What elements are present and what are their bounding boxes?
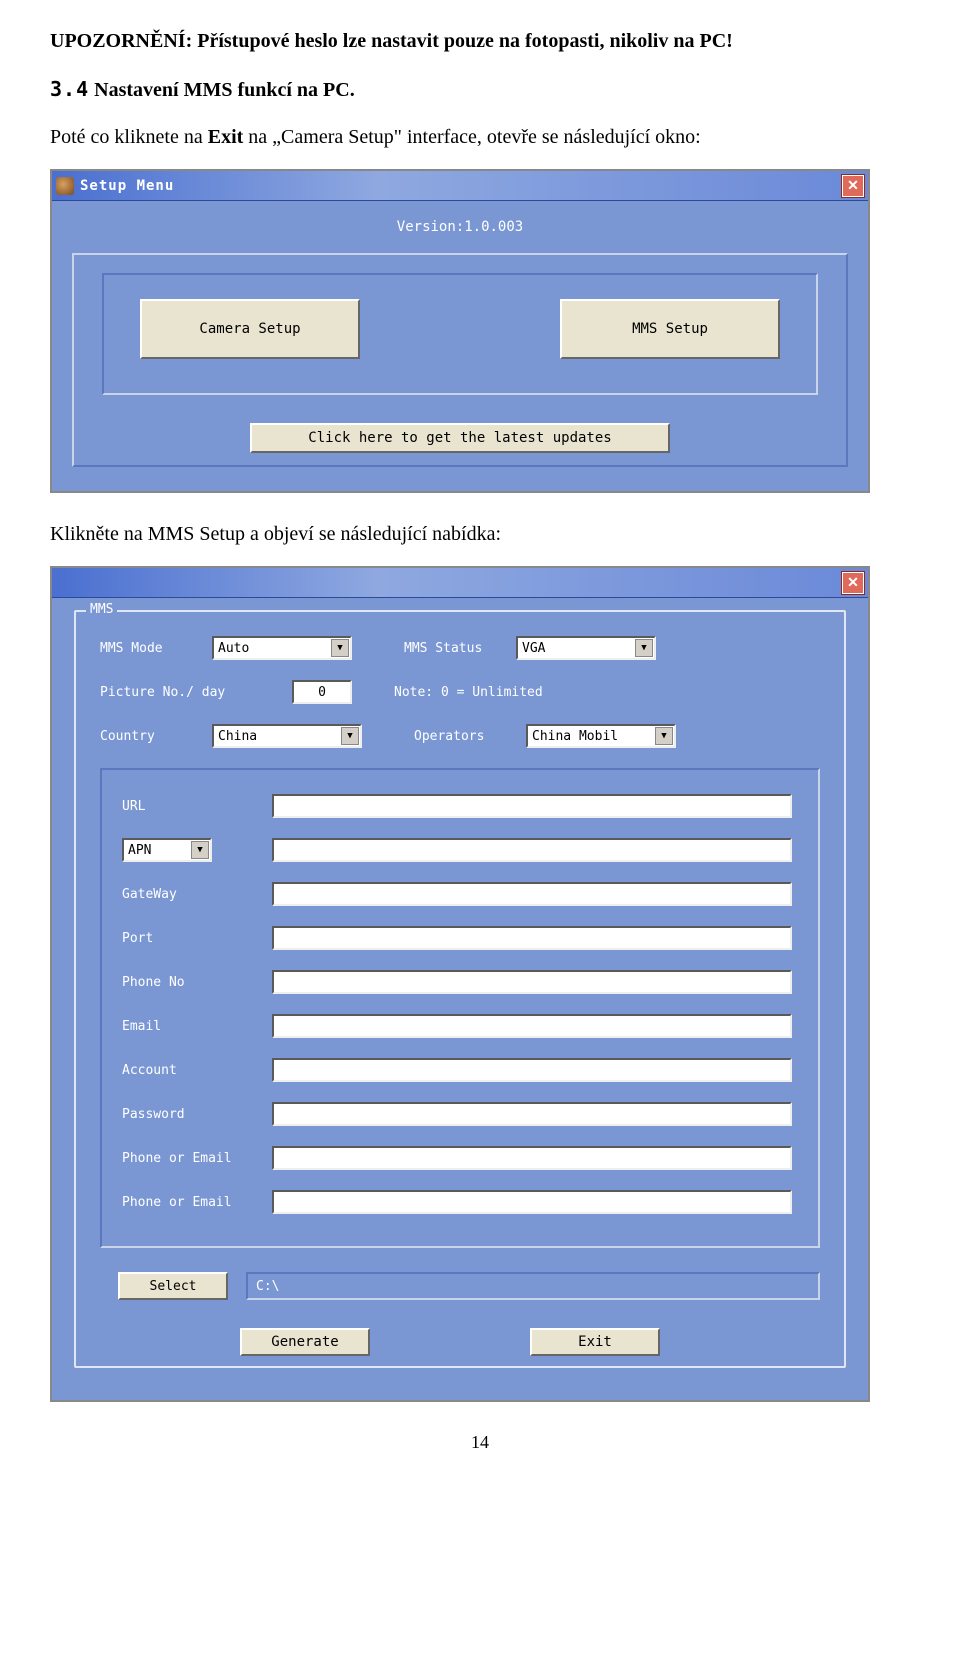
row-phone-or-email-1: Phone or Email bbox=[122, 1146, 798, 1170]
email-input[interactable] bbox=[272, 1014, 792, 1038]
section-title: Nastavení MMS funkcí na PC. bbox=[94, 79, 355, 101]
apn-combo[interactable]: APN ▼ bbox=[122, 838, 212, 862]
note-text: Note: 0 = Unlimited bbox=[394, 685, 543, 700]
row-account: Account bbox=[122, 1058, 798, 1082]
chevron-down-icon: ▼ bbox=[191, 841, 209, 859]
apn-combo-value: APN bbox=[128, 843, 151, 858]
window-title: Setup Menu bbox=[80, 178, 842, 194]
phone-no-input[interactable] bbox=[272, 970, 792, 994]
panel-outer: Camera Setup MMS Setup Click here to get… bbox=[72, 253, 848, 467]
mms-setup-button[interactable]: MMS Setup bbox=[560, 299, 780, 359]
country-label: Country bbox=[100, 729, 200, 744]
phone-or-email-1-label: Phone or Email bbox=[122, 1151, 272, 1166]
url-label: URL bbox=[122, 799, 272, 814]
password-label: Password bbox=[122, 1107, 272, 1122]
panel-inner: Camera Setup MMS Setup bbox=[102, 273, 818, 395]
chevron-down-icon: ▼ bbox=[331, 639, 349, 657]
path-row: Select C:\ bbox=[118, 1272, 820, 1300]
fields-frame: URL APN ▼ GateWay bbox=[100, 768, 820, 1248]
mms-titlebar: ✕ bbox=[52, 568, 868, 598]
setup-menu-window: Setup Menu ✕ Version:1.0.003 Camera Setu… bbox=[50, 169, 870, 493]
mms-mode-combo[interactable]: Auto ▼ bbox=[212, 636, 352, 660]
phone-no-label: Phone No bbox=[122, 975, 272, 990]
picture-no-label: Picture No./ day bbox=[100, 685, 280, 700]
phone-or-email-2-input[interactable] bbox=[272, 1190, 792, 1214]
para1-post: na „Camera Setup" interface, otevře se n… bbox=[243, 126, 700, 148]
para1-bold: Exit bbox=[208, 126, 244, 148]
paragraph-1: Poté co kliknete na Exit na „Camera Setu… bbox=[50, 126, 910, 149]
row-apn: APN ▼ bbox=[122, 838, 798, 862]
url-input[interactable] bbox=[272, 794, 792, 818]
row-phone-or-email-2: Phone or Email bbox=[122, 1190, 798, 1214]
mms-fieldset: MMS MMS Mode Auto ▼ MMS Status VGA ▼ Pic… bbox=[74, 610, 846, 1368]
fieldset-legend: MMS bbox=[86, 602, 117, 617]
account-label: Account bbox=[122, 1063, 272, 1078]
apn-input[interactable] bbox=[272, 838, 792, 862]
row-country-operator: Country China ▼ Operators China Mobil ▼ bbox=[100, 724, 820, 748]
section-number: 3.4 bbox=[50, 77, 89, 101]
mms-status-label: MMS Status bbox=[404, 641, 504, 656]
section-heading: 3.4 Nastavení MMS funkcí na PC. bbox=[50, 77, 910, 102]
chevron-down-icon: ▼ bbox=[655, 727, 673, 745]
camera-setup-button[interactable]: Camera Setup bbox=[140, 299, 360, 359]
password-input[interactable] bbox=[272, 1102, 792, 1126]
port-input[interactable] bbox=[272, 926, 792, 950]
mms-status-combo[interactable]: VGA ▼ bbox=[516, 636, 656, 660]
mms-window: ✕ MMS MMS Mode Auto ▼ MMS Status VGA ▼ P… bbox=[50, 566, 870, 1402]
close-icon[interactable]: ✕ bbox=[842, 175, 864, 197]
email-label: Email bbox=[122, 1019, 272, 1034]
port-label: Port bbox=[122, 931, 272, 946]
setup-menu-titlebar: Setup Menu ✕ bbox=[52, 171, 868, 201]
setup-menu-body: Version:1.0.003 Camera Setup MMS Setup C… bbox=[52, 201, 868, 491]
country-value: China bbox=[218, 729, 257, 744]
close-icon[interactable]: ✕ bbox=[842, 572, 864, 594]
app-icon bbox=[56, 177, 74, 195]
country-combo[interactable]: China ▼ bbox=[212, 724, 362, 748]
page-number: 14 bbox=[50, 1432, 910, 1453]
picture-no-input[interactable]: 0 bbox=[292, 680, 352, 704]
generate-exit-row: Generate Exit bbox=[240, 1328, 820, 1356]
mms-status-value: VGA bbox=[522, 641, 545, 656]
row-mode-status: MMS Mode Auto ▼ MMS Status VGA ▼ bbox=[100, 636, 820, 660]
row-email: Email bbox=[122, 1014, 798, 1038]
gateway-input[interactable] bbox=[272, 882, 792, 906]
mms-mode-label: MMS Mode bbox=[100, 641, 200, 656]
path-display: C:\ bbox=[246, 1272, 820, 1300]
updates-button[interactable]: Click here to get the latest updates bbox=[250, 423, 670, 453]
chevron-down-icon: ▼ bbox=[341, 727, 359, 745]
version-label: Version:1.0.003 bbox=[72, 219, 848, 235]
phone-or-email-1-input[interactable] bbox=[272, 1146, 792, 1170]
row-picture-no: Picture No./ day 0 Note: 0 = Unlimited bbox=[100, 680, 820, 704]
mms-mode-value: Auto bbox=[218, 641, 249, 656]
row-port: Port bbox=[122, 926, 798, 950]
operators-combo[interactable]: China Mobil ▼ bbox=[526, 724, 676, 748]
warning-heading: UPOZORNĚNÍ: Přístupové heslo lze nastavi… bbox=[50, 30, 910, 53]
account-input[interactable] bbox=[272, 1058, 792, 1082]
operators-label: Operators bbox=[414, 729, 514, 744]
row-gateway: GateWay bbox=[122, 882, 798, 906]
row-phone-no: Phone No bbox=[122, 970, 798, 994]
button-row: Camera Setup MMS Setup bbox=[140, 299, 780, 359]
gateway-label: GateWay bbox=[122, 887, 272, 902]
generate-button[interactable]: Generate bbox=[240, 1328, 370, 1356]
chevron-down-icon: ▼ bbox=[635, 639, 653, 657]
para1-pre: Poté co kliknete na bbox=[50, 126, 208, 148]
row-password: Password bbox=[122, 1102, 798, 1126]
operators-value: China Mobil bbox=[532, 729, 618, 744]
paragraph-2: Klikněte na MMS Setup a objeví se násled… bbox=[50, 523, 910, 546]
exit-button[interactable]: Exit bbox=[530, 1328, 660, 1356]
row-url: URL bbox=[122, 794, 798, 818]
phone-or-email-2-label: Phone or Email bbox=[122, 1195, 272, 1210]
apn-label-combo-wrap: APN ▼ bbox=[122, 838, 272, 862]
select-button[interactable]: Select bbox=[118, 1272, 228, 1300]
mms-body: MMS MMS Mode Auto ▼ MMS Status VGA ▼ Pic… bbox=[52, 598, 868, 1400]
